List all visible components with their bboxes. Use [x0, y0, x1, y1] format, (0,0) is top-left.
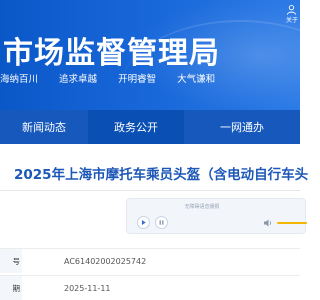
- nav-item-news[interactable]: 新闻动态: [0, 110, 88, 144]
- article-title: 2025年上海市摩托车乘员头盔（含电动自行车头: [14, 167, 309, 183]
- about-link-label: 关于: [285, 17, 298, 24]
- nav-item-one-stop-service[interactable]: 一网通办: [184, 110, 300, 144]
- volume-slider[interactable]: [277, 222, 307, 224]
- meta-row: 期 2025-11-11: [0, 275, 300, 300]
- nav-item-government-affairs[interactable]: 政务公开: [88, 110, 184, 144]
- slogan-item: 开明睿智: [118, 74, 157, 85]
- divider: [0, 190, 300, 191]
- speaker-icon[interactable]: [263, 218, 273, 228]
- meta-key: 号: [0, 249, 22, 273]
- meta-key: 期: [0, 276, 22, 300]
- main-nav: 新闻动态 政务公开 一网通办: [0, 110, 300, 144]
- play-icon: [141, 220, 146, 225]
- meta-value: AC61402002025742: [64, 256, 147, 266]
- slogan-item: 大气谦和: [177, 74, 216, 85]
- audio-player: 无障碍语音播报: [126, 198, 307, 234]
- slogan-item: 海纳百川: [0, 74, 39, 85]
- slogan-item: 追求卓越: [59, 74, 98, 85]
- player-caption: 无障碍语音播报: [184, 204, 220, 210]
- site-title: 市场监督管理局: [3, 36, 220, 71]
- pause-button[interactable]: [155, 216, 168, 229]
- meta-row: 号 AC61402002025742: [0, 248, 300, 273]
- play-button[interactable]: [137, 216, 150, 229]
- header-banner: 市场监督管理局 海纳百川 追求卓越 开明睿智 大气谦和 关于: [0, 0, 300, 110]
- pause-icon: [159, 220, 164, 225]
- person-icon: [287, 5, 297, 15]
- about-link[interactable]: 关于: [286, 4, 298, 24]
- slogan: 海纳百川 追求卓越 开明睿智 大气谦和: [0, 71, 233, 85]
- meta-value: 2025-11-11: [64, 283, 111, 293]
